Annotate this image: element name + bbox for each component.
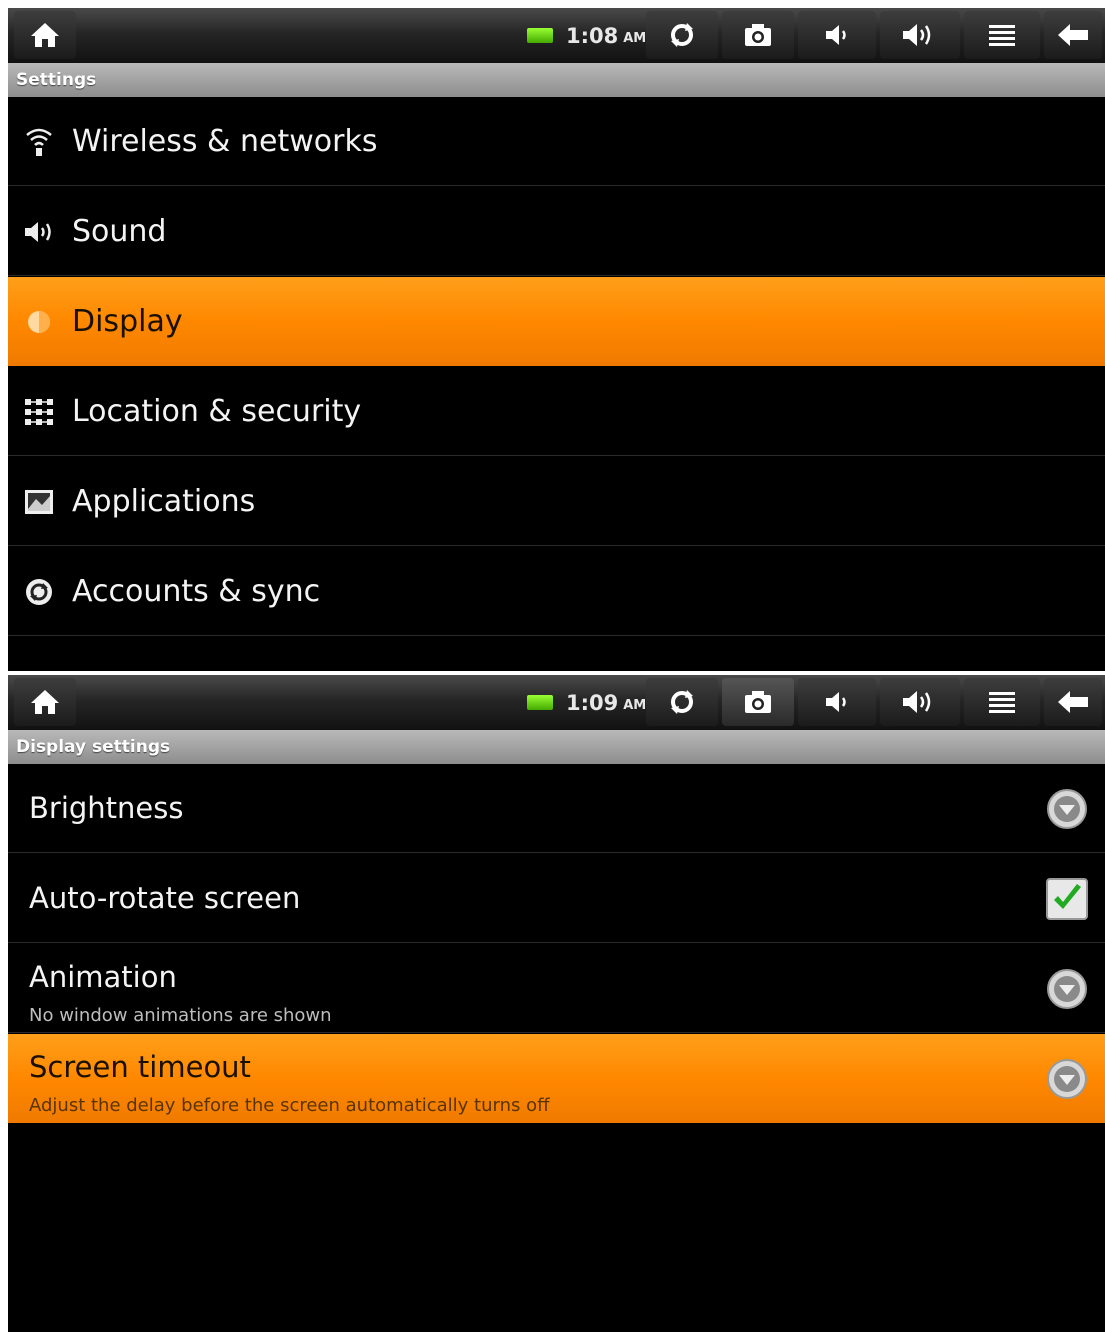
menu-button[interactable] [964,11,1040,59]
sync-icon [23,576,55,608]
location-grid-icon [23,396,55,428]
clock: 1:09 AM [566,675,646,730]
dropdown-icon[interactable] [1046,968,1088,1010]
page-title: Settings [8,63,1105,97]
volume-up-icon [903,24,931,46]
setting-title: Animation [29,960,177,994]
clock-time: 1:08 [566,23,619,48]
clock-ampm: AM [623,698,647,713]
camera-icon [745,691,771,713]
volume-up-icon [903,691,931,713]
dropdown-icon[interactable] [1046,788,1088,830]
setting-animation[interactable]: Animation No window animations are shown [8,944,1105,1033]
setting-title: Auto-rotate screen [29,881,301,915]
volume-down-icon [826,25,846,45]
clock-time: 1:09 [566,690,619,715]
battery-icon [527,28,553,43]
settings-item-label: Wireless & networks [72,124,378,159]
refresh-icon [671,690,693,714]
home-button[interactable] [14,678,76,726]
applications-icon [23,486,55,518]
dropdown-icon[interactable] [1046,1058,1088,1100]
setting-screen-timeout[interactable]: Screen timeout Adjust the delay before t… [8,1034,1105,1123]
camera-icon [745,24,771,46]
screenshot-button[interactable] [722,678,794,726]
setting-title: Brightness [29,791,184,825]
refresh-icon [671,23,693,47]
setting-summary: No window animations are shown [29,1005,332,1026]
settings-item-location-security[interactable]: Location & security [8,367,1105,456]
screenshot-button[interactable] [722,11,794,59]
settings-item-label: Applications [72,484,256,519]
display-icon [23,306,55,338]
settings-item-display[interactable]: Display [8,277,1105,366]
setting-summary: Adjust the delay before the screen autom… [29,1095,550,1116]
volume-down-button[interactable] [798,11,876,59]
home-button[interactable] [14,11,76,59]
clock: 1:08 AM [566,8,646,63]
refresh-button[interactable] [646,11,718,59]
menu-icon [989,692,1015,713]
settings-item-wireless[interactable]: Wireless & networks [8,97,1105,186]
settings-item-applications[interactable]: Applications [8,457,1105,546]
volume-down-icon [826,692,846,712]
home-icon [31,690,59,714]
settings-item-label: Sound [72,214,167,249]
settings-item-label: Display [72,304,183,339]
status-bar: 1:08 AM [8,8,1105,63]
back-button[interactable] [1044,678,1102,726]
battery-icon [527,695,553,710]
back-button[interactable] [1044,11,1102,59]
display-settings-screen: 1:09 AM Display settings Brightness Auto… [8,675,1105,1332]
status-bar: 1:09 AM [8,675,1105,730]
back-icon [1058,691,1088,713]
refresh-button[interactable] [646,678,718,726]
setting-brightness[interactable]: Brightness [8,764,1105,853]
setting-auto-rotate[interactable]: Auto-rotate screen [8,854,1105,943]
back-icon [1058,24,1088,46]
menu-button[interactable] [964,678,1040,726]
settings-screen: 1:08 AM Settings Wireless & networks Sou… [8,8,1105,671]
checkbox-checked-icon[interactable] [1046,878,1088,920]
settings-item-label: Location & security [72,394,362,429]
volume-up-button[interactable] [880,11,960,59]
menu-icon [989,25,1015,46]
clock-ampm: AM [623,31,647,46]
volume-up-button[interactable] [880,678,960,726]
settings-item-label: Accounts & sync [72,574,321,609]
setting-title: Screen timeout [29,1050,251,1084]
wifi-icon [23,126,55,158]
settings-item-accounts-sync[interactable]: Accounts & sync [8,547,1105,636]
home-icon [31,23,59,47]
settings-item-sound[interactable]: Sound [8,187,1105,276]
speaker-icon [23,216,55,248]
page-title: Display settings [8,730,1105,764]
volume-down-button[interactable] [798,678,876,726]
